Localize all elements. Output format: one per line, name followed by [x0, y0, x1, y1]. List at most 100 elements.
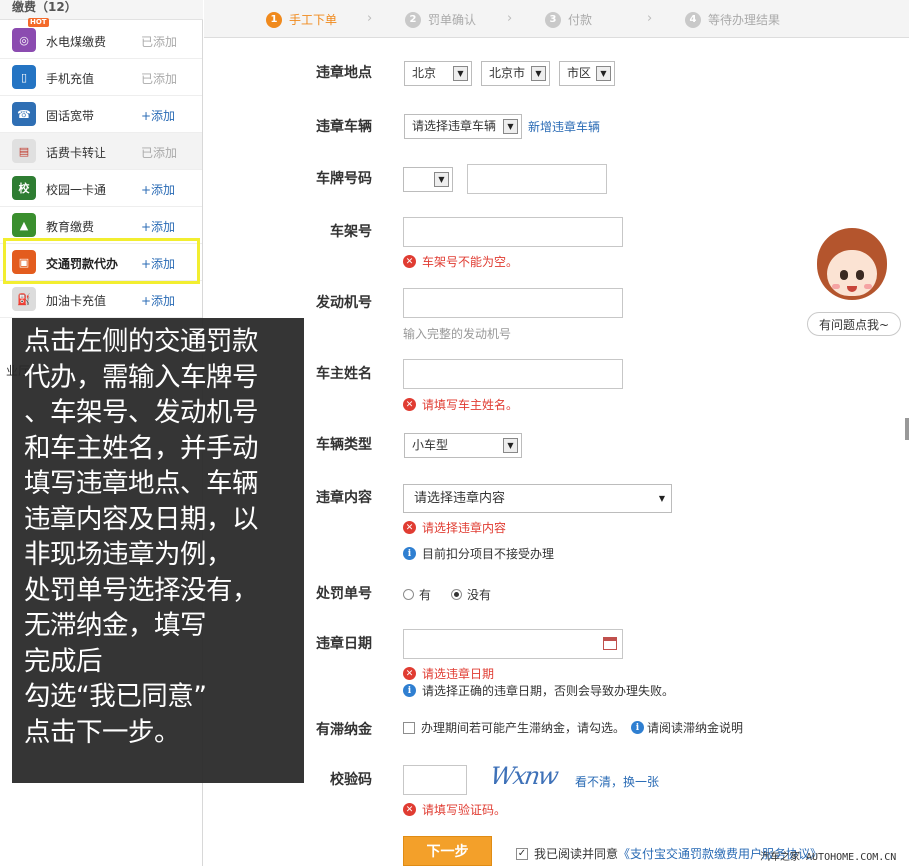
violation-content-select[interactable]: 请选择违章内容 ▼ — [403, 484, 672, 513]
dropdown-arrow-icon: ▼ — [596, 66, 611, 81]
sidebar-item[interactable]: ◎ HOT 水电煤缴费 已添加 — [0, 18, 202, 59]
sidebar-item[interactable]: 校校园一卡通 +添加 — [0, 170, 202, 207]
sidebar-header: 缴费（12） — [0, 0, 203, 20]
utility-icon: ◎ — [12, 28, 36, 52]
mobile-icon: ▯ — [12, 65, 36, 89]
add-vehicle-link[interactable]: 新增违章车辆 — [528, 118, 600, 135]
ticket-yes-radio[interactable]: 有 — [403, 586, 431, 603]
frame-number-input[interactable] — [403, 217, 623, 247]
province-select[interactable]: 北京 ▼ — [404, 61, 472, 86]
late-fee-info[interactable]: i 请阅读滞纳金说明 — [631, 719, 743, 736]
radio-unchecked-icon — [403, 589, 414, 600]
engine-number-input[interactable] — [403, 288, 623, 318]
next-step-button[interactable]: 下一步 — [403, 836, 492, 866]
radio-checked-icon — [451, 589, 462, 600]
customer-service-helper[interactable]: 有问题点我~ — [805, 228, 905, 338]
step-1: 1 手工下单 — [266, 11, 337, 28]
city-select[interactable]: 北京市 ▼ — [481, 61, 550, 86]
sidebar-item-label: 加油卡充值 — [46, 294, 107, 308]
fuel-card-icon: ⛽ — [12, 287, 36, 311]
content-label: 违章内容 — [316, 490, 372, 506]
late-fee-checkbox[interactable] — [403, 721, 415, 734]
error-icon: ✕ — [403, 803, 416, 816]
plate-prefix-select[interactable]: ▼ — [403, 167, 453, 192]
helper-bubble[interactable]: 有问题点我~ — [807, 312, 901, 336]
location-label: 违章地点 — [316, 65, 372, 81]
sidebar-item[interactable]: ☎ 固话宽带 +添加 — [0, 96, 202, 133]
late-fee-text: 办理期间若可能产生滞纳金，请勾选。 — [421, 721, 626, 735]
sidebar-item-label: 校园一卡通 — [46, 183, 107, 197]
error-icon: ✕ — [403, 521, 416, 534]
sidebar-item-action[interactable]: +添加 — [141, 107, 175, 124]
sidebar-item-action[interactable]: +添加 — [141, 218, 175, 235]
error-icon: ✕ — [403, 667, 416, 680]
scrollbar-mark[interactable] — [905, 418, 909, 440]
agree-text: 我已阅读并同意 — [534, 847, 619, 861]
sidebar-item-label: 教育缴费 — [46, 220, 95, 234]
error-icon: ✕ — [403, 255, 416, 268]
sidebar-item[interactable]: ▯ 手机充值 已添加 — [0, 59, 202, 96]
phonecard-icon: ▤ — [12, 139, 36, 163]
sidebar-item[interactable]: ▤ 话费卡转让 已添加 — [0, 133, 202, 170]
helper-avatar-icon — [817, 228, 887, 300]
captcha-label: 校验码 — [330, 772, 372, 788]
step-2: 2 罚单确认 — [405, 11, 476, 28]
info-icon: i — [403, 684, 416, 697]
sidebar-item-label: 话费卡转让 — [46, 146, 107, 160]
step-3: 3 付款 — [545, 11, 592, 28]
captcha-refresh-link[interactable]: 看不清，换一张 — [575, 773, 659, 790]
violation-date-input[interactable] — [403, 629, 623, 659]
frame-label: 车架号 — [330, 224, 372, 240]
highlight-annotation-box — [3, 238, 200, 284]
owner-error: ✕ 请填写车主姓名。 — [403, 396, 518, 413]
vehicle-type-select[interactable]: 小车型 ▼ — [404, 433, 522, 458]
sidebar-item-action[interactable]: +添加 — [141, 292, 175, 309]
engine-label: 发动机号 — [316, 295, 372, 311]
instruction-overlay: 点击左侧的交通罚款 代办，需输入车牌号 、车架号、发动机号 和车主姓名，并手动 … — [12, 318, 304, 783]
error-icon: ✕ — [403, 398, 416, 411]
engine-hint: 输入完整的发动机号 — [403, 327, 512, 341]
sidebar-item-action: 已添加 — [141, 146, 178, 160]
late-fee-label: 有滞纳金 — [316, 722, 372, 738]
plate-label: 车牌号码 — [316, 171, 372, 187]
info-icon: i — [403, 547, 416, 560]
type-label: 车辆类型 — [316, 437, 372, 453]
owner-label: 车主姓名 — [316, 366, 372, 382]
captcha-error: ✕ 请填写验证码。 — [403, 801, 506, 818]
dropdown-arrow-icon: ▼ — [434, 172, 449, 187]
sidebar-item-label: 固话宽带 — [46, 109, 95, 123]
dropdown-arrow-icon: ▼ — [531, 66, 546, 81]
captcha-image[interactable]: Wxnw — [488, 762, 565, 796]
date-label: 违章日期 — [316, 636, 372, 652]
date-info: i 请选择正确的违章日期，否则会导致办理失败。 — [403, 682, 674, 699]
sidebar-item-action: 已添加 — [141, 72, 178, 86]
sidebar-item-label: 水电煤缴费 — [46, 35, 107, 49]
sidebar-item[interactable]: ⛽ 加油卡充值 +添加 — [0, 281, 202, 318]
dropdown-arrow-icon: ▼ — [453, 66, 468, 81]
hot-badge: HOT — [28, 18, 49, 27]
step-4: 4 等待办理结果 — [685, 11, 780, 28]
district-select[interactable]: 市区 ▼ — [559, 61, 615, 86]
dropdown-arrow-icon: ▼ — [658, 494, 665, 503]
agree-checkbox[interactable]: ✓ — [516, 847, 528, 860]
vehicle-select[interactable]: 请选择违章车辆 ▼ — [404, 114, 522, 139]
sidebar-item-action[interactable]: +添加 — [141, 181, 175, 198]
campus-card-icon: 校 — [12, 176, 36, 200]
ticket-no-radio[interactable]: 没有 — [451, 586, 491, 603]
dropdown-arrow-icon: ▼ — [503, 119, 518, 134]
step-arrow-icon: › — [647, 11, 653, 26]
info-icon: i — [631, 721, 645, 734]
sidebar-item-action: 已添加 — [141, 35, 178, 49]
plate-number-input[interactable] — [467, 164, 607, 194]
watermark: 汽车之家 AUTOHOME.COM.CN — [760, 852, 897, 863]
calendar-icon[interactable] — [603, 637, 617, 650]
step-arrow-icon: › — [367, 11, 373, 26]
step-arrow-icon: › — [507, 11, 513, 26]
captcha-input[interactable] — [403, 765, 467, 795]
late-fee-row: 办理期间若可能产生滞纳金，请勾选。 i 请阅读滞纳金说明 — [403, 719, 743, 736]
owner-name-input[interactable] — [403, 359, 623, 389]
order-steps: 1 手工下单 › 2 罚单确认 › 3 付款 › 4 等待办理结果 — [204, 0, 909, 38]
dropdown-arrow-icon: ▼ — [503, 438, 518, 453]
education-icon: ▲ — [12, 213, 36, 237]
frame-error: ✕ 车架号不能为空。 — [403, 253, 518, 270]
